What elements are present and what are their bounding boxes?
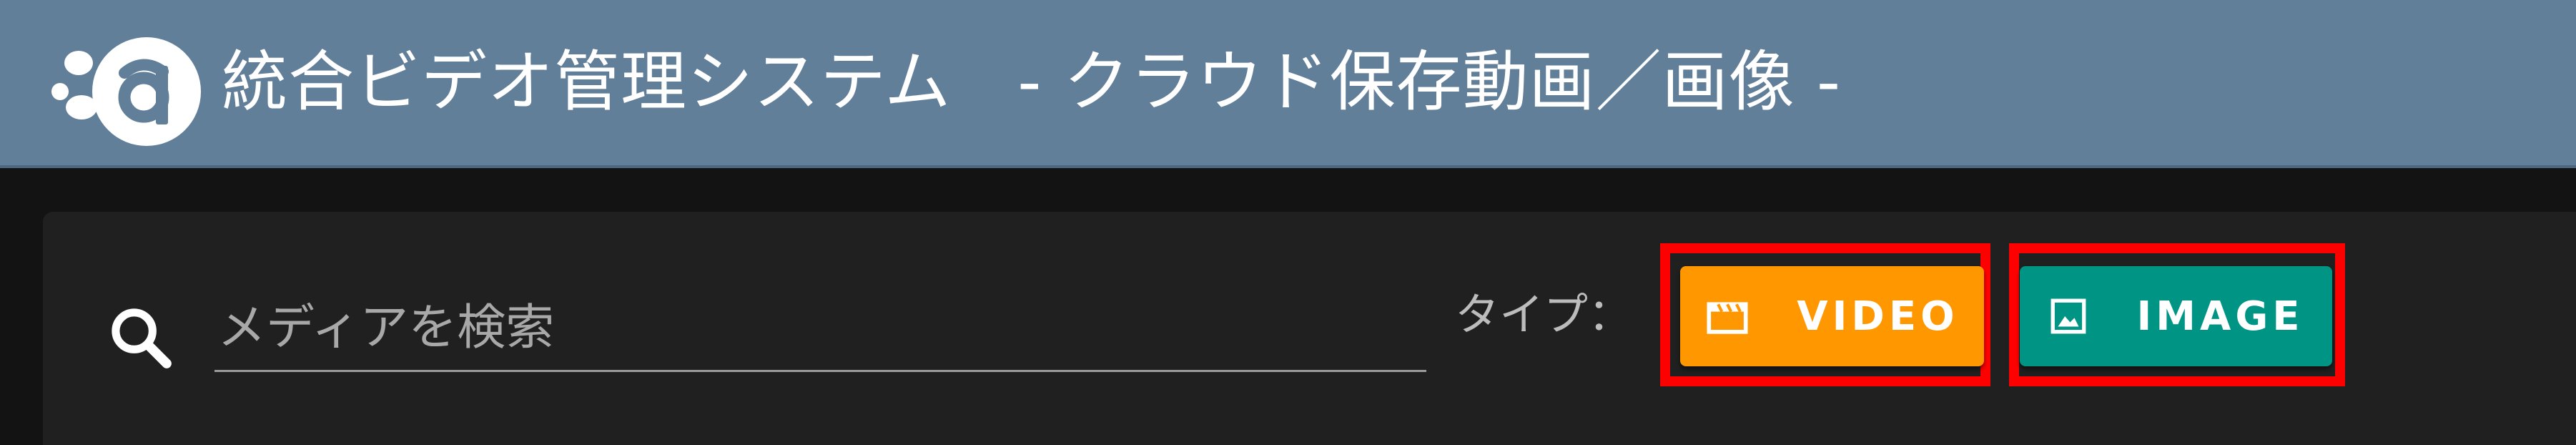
image-icon — [2051, 298, 2086, 334]
app-header: 統合ビデオ管理システム - クラウド保存動画／画像 - — [0, 0, 2576, 168]
page-title: 統合ビデオ管理システム - クラウド保存動画／画像 - — [222, 44, 1842, 120]
video-filter-button[interactable]: VIDEO — [1680, 266, 1984, 366]
app-logo-a-icon — [51, 37, 201, 146]
video-filter-label: VIDEO — [1797, 293, 1959, 340]
search-input[interactable] — [214, 286, 1426, 372]
clapperboard-icon — [1707, 302, 1748, 334]
type-filter-label: タイプ： — [1455, 288, 1633, 341]
image-filter-label: IMAGE — [2136, 293, 2304, 340]
search-icon — [112, 308, 172, 368]
image-filter-button[interactable]: IMAGE — [2020, 266, 2332, 366]
